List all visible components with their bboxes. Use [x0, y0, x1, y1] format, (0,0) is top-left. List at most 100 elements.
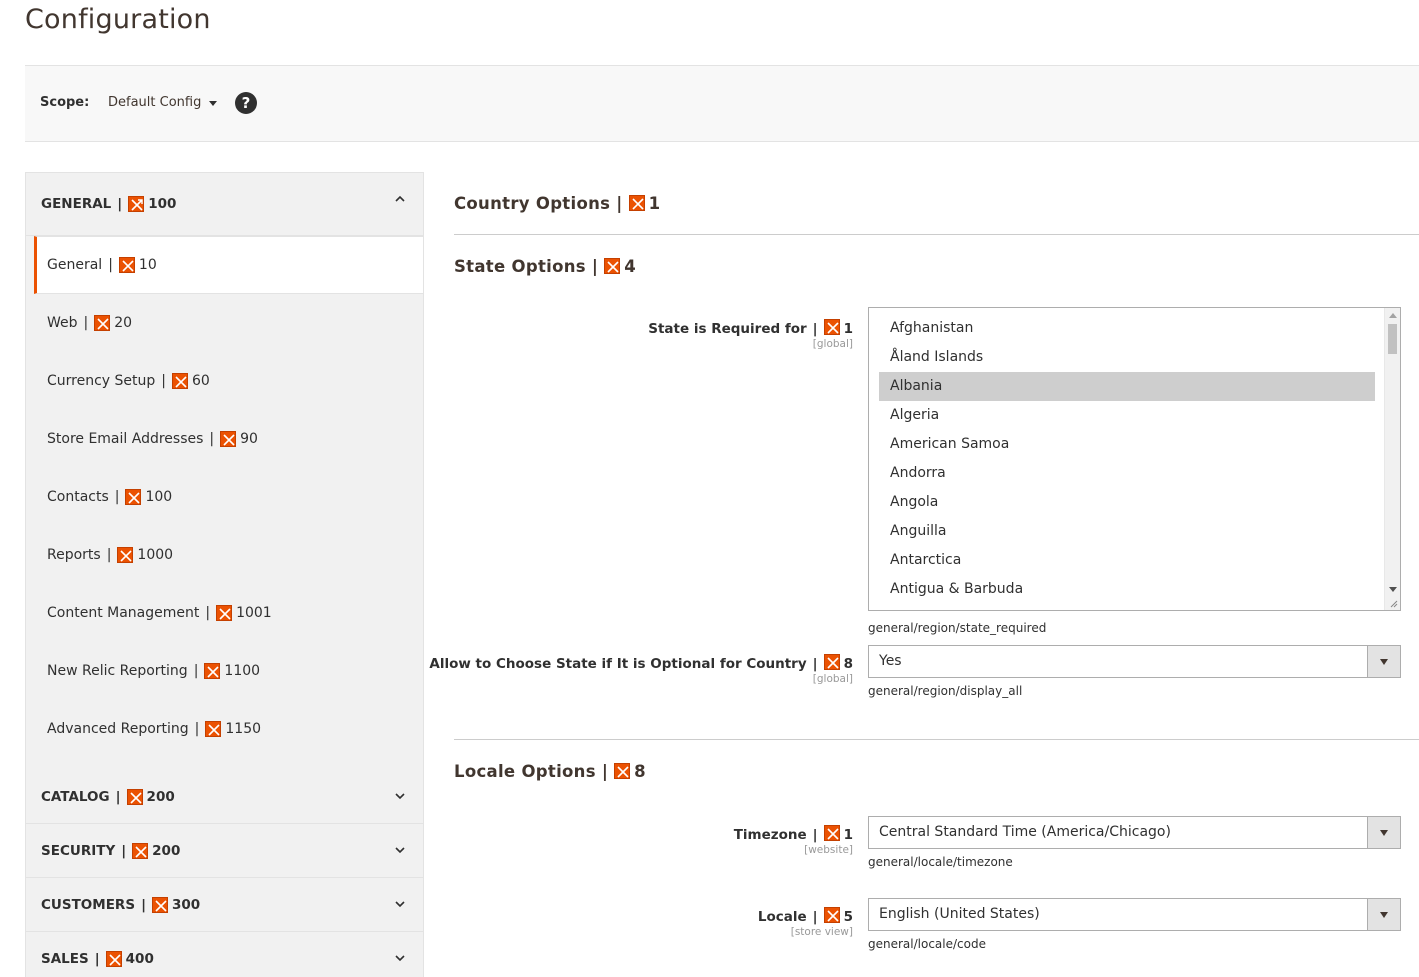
field-label: Locale | 5 [store view] — [757, 907, 853, 938]
sidebar-item-reports[interactable]: Reports | 1000 — [34, 526, 423, 584]
multiselect-option[interactable]: Andorra — [879, 459, 1375, 488]
multiselect-option[interactable]: Afghanistan — [879, 314, 1375, 343]
dropdown-arrow-icon — [1367, 817, 1400, 848]
sidebar-item-advanced-reporting[interactable]: Advanced Reporting | 1150 — [34, 700, 423, 758]
section-state-options[interactable]: State Options | 4 — [454, 235, 1419, 297]
chevron-down-icon — [395, 847, 405, 854]
hint-icon — [604, 258, 621, 274]
tab-group-catalog[interactable]: CATALOG | 200 — [25, 770, 424, 824]
hint-icon — [823, 319, 840, 335]
group-label: SALES — [41, 950, 89, 967]
chevron-up-icon — [395, 195, 405, 202]
hint-icon — [94, 315, 111, 331]
multiselect-option[interactable]: Angola — [879, 488, 1375, 517]
caret-down-icon — [209, 101, 218, 106]
sidebar-item-web[interactable]: Web | 20 — [34, 294, 423, 352]
hint-icon — [125, 489, 142, 505]
scope-label: Scope: — [40, 95, 90, 110]
config-path: general/locale/timezone — [868, 855, 1013, 869]
scope-bar: Scope: Default Config ? — [25, 65, 1419, 142]
field-label: State is Required for | 1 [global] — [648, 319, 853, 350]
scroll-up-icon[interactable] — [1389, 313, 1397, 318]
hint-icon — [117, 547, 134, 563]
tab-group-general[interactable]: GENERAL | 100 — [25, 172, 424, 236]
tab-group-customers[interactable]: CUSTOMERS | 300 — [25, 878, 424, 932]
chevron-down-icon — [395, 901, 405, 908]
multiselect-option[interactable]: Algeria — [879, 401, 1375, 430]
tab-group-security[interactable]: SECURITY | 200 — [25, 824, 424, 878]
scope-note: [store view] — [790, 926, 853, 938]
config-main: Country Options | 1 State Options | 4 State … — [429, 172, 1419, 954]
field-timezone: Timezone | 1 [website] Central Standard Ti… — [454, 802, 1419, 884]
config-path: general/locale/code — [868, 937, 986, 951]
multiselect-option[interactable]: Anguilla — [879, 517, 1375, 546]
scroll-thumb[interactable] — [1388, 324, 1397, 354]
hint-icon — [614, 763, 631, 779]
page-title: Configuration — [25, 4, 211, 35]
group-id: 200 — [152, 842, 181, 859]
hint-icon — [205, 721, 222, 737]
help-icon[interactable]: ? — [235, 92, 257, 114]
hint-icon — [152, 896, 168, 913]
group-id: 200 — [146, 788, 175, 805]
hint-icon — [132, 842, 149, 859]
hint-icon — [105, 950, 122, 967]
group-label: CUSTOMERS — [41, 896, 136, 913]
resize-handle-icon[interactable] — [1388, 598, 1398, 608]
sidebar-item-content-management[interactable]: Content Management | 1001 — [34, 584, 423, 642]
scroll-down-icon[interactable] — [1389, 587, 1397, 592]
hint-icon — [628, 195, 645, 211]
multiselect-option[interactable]: Antigua & Barbuda — [879, 575, 1375, 604]
sidebar-item-store-email-addresses[interactable]: Store Email Addresses | 90 — [34, 410, 423, 468]
hint-icon — [220, 431, 237, 447]
chevron-down-icon — [395, 793, 405, 800]
hint-icon — [823, 907, 840, 923]
state-required-multiselect[interactable]: Afghanistan Åland Islands Albania Algeria Am… — [868, 307, 1401, 611]
config-path: general/region/state_required — [868, 621, 1047, 635]
multiselect-option[interactable]: American Samoa — [879, 430, 1375, 459]
group-id: 300 — [172, 896, 201, 913]
field-state-required: State is Required for | 1 [global] Afghani… — [454, 297, 1419, 652]
group-id: 100 — [148, 196, 177, 212]
sidebar-item-new-relic-reporting[interactable]: New Relic Reporting | 1100 — [34, 642, 423, 700]
sidebar-item-general[interactable]: General | 10 — [34, 236, 423, 294]
locale-select[interactable]: English (United States) — [868, 898, 1401, 931]
config-path: general/region/display_all — [868, 684, 1023, 698]
sidebar-item-contacts[interactable]: Contacts | 100 — [34, 468, 423, 526]
hint-icon — [128, 196, 145, 212]
multiselect-option[interactable]: Åland Islands — [879, 343, 1375, 372]
multiselect-option[interactable]: Albania — [879, 372, 1375, 401]
chevron-down-icon — [395, 955, 405, 962]
group-id: 400 — [125, 950, 154, 967]
field-display-all: Allow to Choose State if It is Optional … — [429, 645, 1419, 737]
section-country-options[interactable]: Country Options | 1 — [454, 172, 1419, 234]
hint-icon — [126, 788, 143, 805]
scope-switcher[interactable]: Default Config — [108, 95, 218, 110]
scope-value: Default Config — [108, 95, 202, 110]
hint-icon — [204, 663, 221, 679]
field-label: Timezone | 1 [website] — [733, 825, 853, 856]
multiselect-option[interactable]: Antarctica — [879, 546, 1375, 575]
section-locale-options[interactable]: Locale Options | 8 — [454, 740, 1419, 802]
scope-note: [website] — [804, 844, 853, 856]
scope-note: [global] — [812, 673, 853, 685]
field-locale: Locale | 5 [store view] English (United St… — [454, 884, 1419, 954]
hint-icon — [216, 605, 233, 621]
hint-icon — [118, 257, 135, 273]
group-label: CATALOG — [41, 788, 110, 805]
config-sidebar: GENERAL | 100 General | 10 Web | 20 Currency… — [25, 172, 424, 977]
sidebar-item-currency-setup[interactable]: Currency Setup | 60 — [34, 352, 423, 410]
dropdown-arrow-icon — [1367, 899, 1400, 930]
hint-icon — [823, 825, 840, 841]
tab-group-sales[interactable]: SALES | 400 — [25, 932, 424, 977]
scope-note: [global] — [812, 338, 853, 350]
option-list: Afghanistan Åland Islands Albania Algeria Am… — [869, 308, 1400, 604]
group-label: GENERAL — [41, 196, 112, 212]
scrollbar[interactable] — [1384, 308, 1400, 610]
dropdown-arrow-icon — [1367, 646, 1400, 677]
general-sub-list: General | 10 Web | 20 Currency Setup | 60 Stor… — [25, 236, 424, 770]
field-label: Allow to Choose State if It is Optional … — [429, 654, 853, 685]
group-label: SECURITY — [41, 842, 116, 859]
display-all-select[interactable]: Yes — [868, 645, 1401, 678]
timezone-select[interactable]: Central Standard Time (America/Chicago) — [868, 816, 1401, 849]
